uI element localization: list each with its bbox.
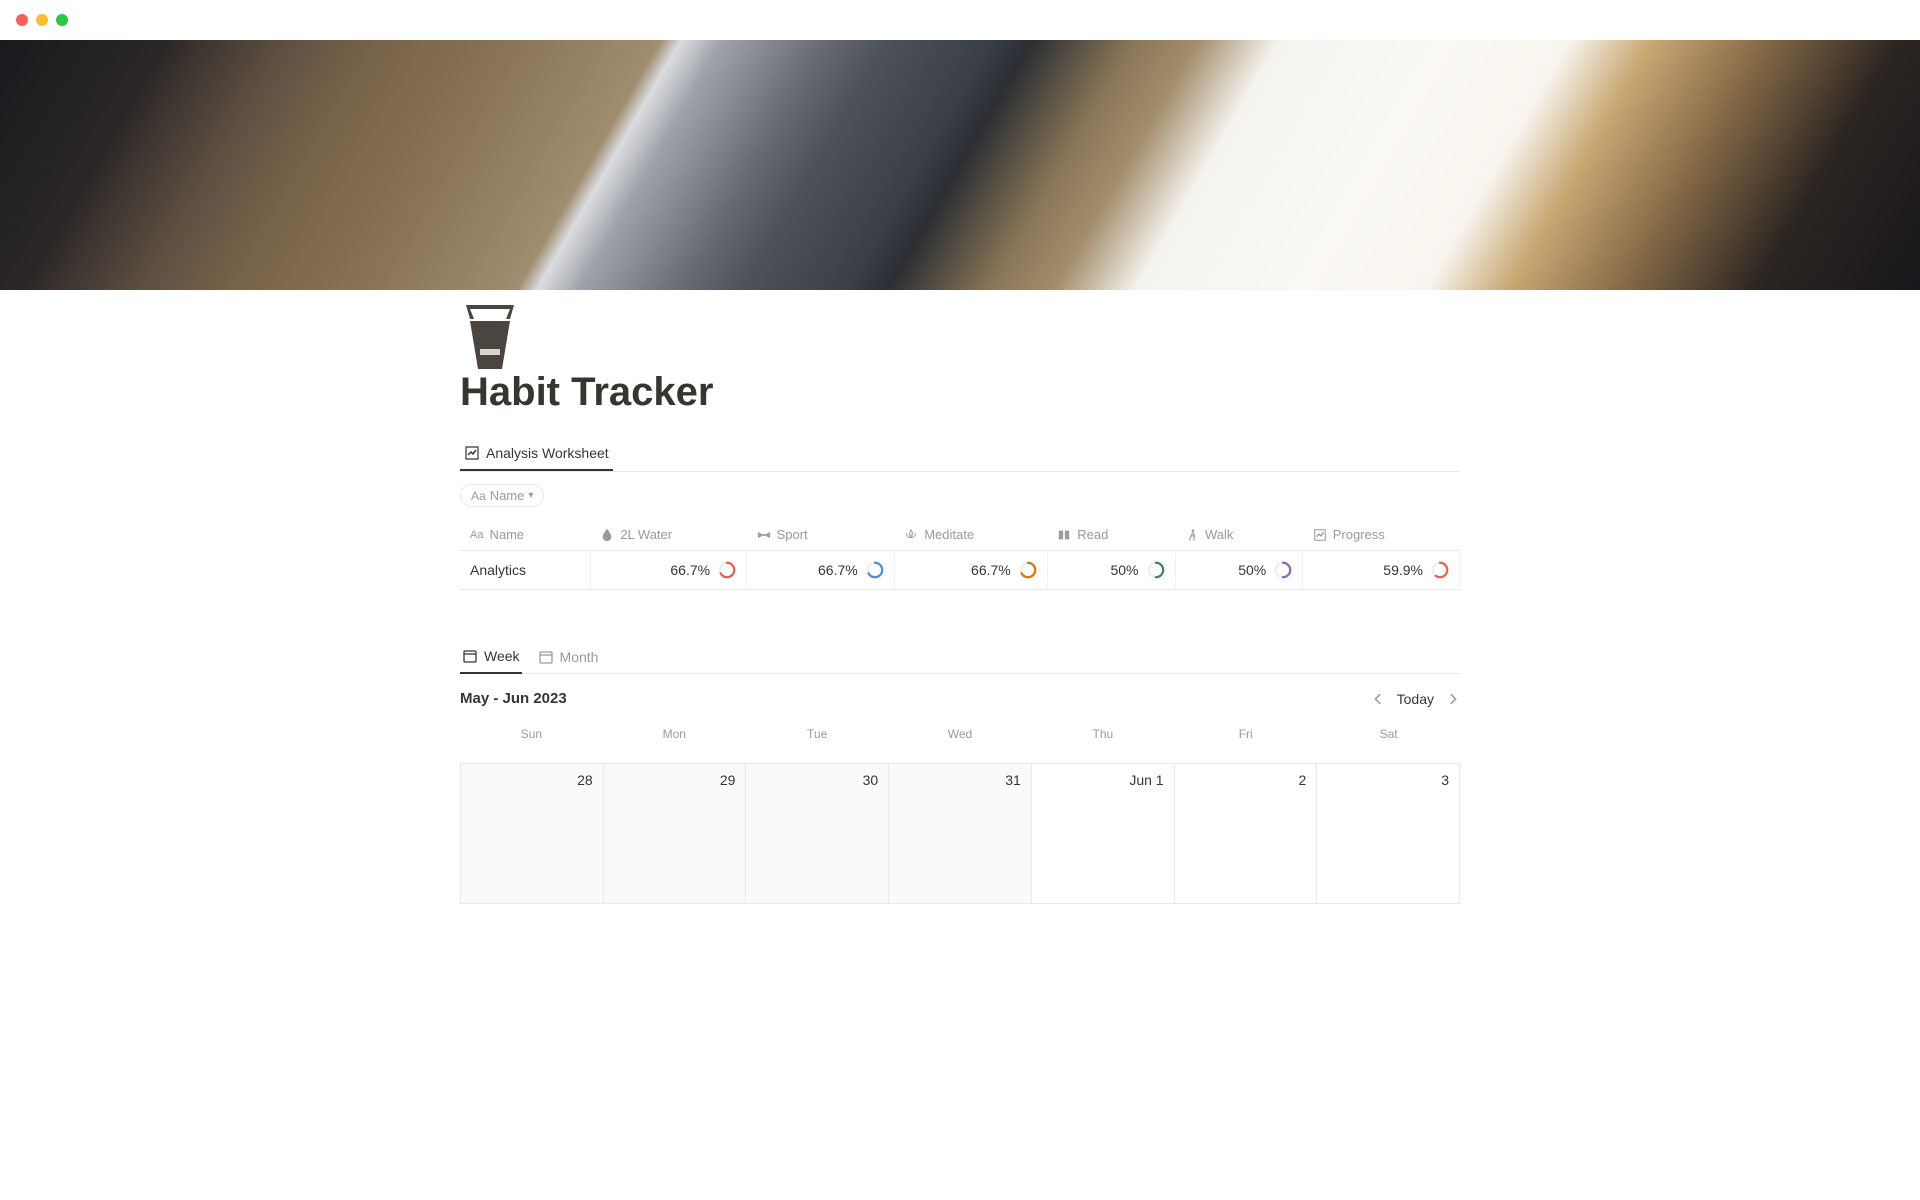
calendar-cell[interactable]: Jun 1 <box>1032 764 1175 904</box>
page-cover-image[interactable] <box>0 40 1920 290</box>
col-water-header[interactable]: 2L Water <box>590 519 746 551</box>
tab-week[interactable]: Week <box>460 642 522 674</box>
dayhdr-fri: Fri <box>1174 719 1317 749</box>
chevron-right-icon <box>1446 692 1460 706</box>
cell-water: 66.7% <box>590 551 746 590</box>
calendar-cell[interactable]: 29 <box>604 764 747 904</box>
calendar-cell[interactable]: 2 <box>1175 764 1318 904</box>
table-row[interactable]: Analytics 66.7% 66.7% 66.7% 50% 50% 59.9… <box>460 551 1460 590</box>
calendar-range-label: May - Jun 2023 <box>460 690 567 707</box>
book-icon <box>1057 528 1071 542</box>
calendar-cell[interactable]: 28 <box>461 764 604 904</box>
dayhdr-wed: Wed <box>889 719 1032 749</box>
progress-ring-icon <box>1431 561 1449 579</box>
cell-walk: 50% <box>1175 551 1303 590</box>
calendar-cell[interactable]: 3 <box>1317 764 1460 904</box>
col-walk-header[interactable]: Walk <box>1175 519 1303 551</box>
filter-label: Name <box>490 488 525 503</box>
dayhdr-thu: Thu <box>1031 719 1174 749</box>
tab-label: Analysis Worksheet <box>486 445 609 461</box>
coffee-cup-icon <box>462 305 518 373</box>
progress-ring-icon <box>1147 561 1165 579</box>
prev-week-button[interactable] <box>1371 692 1385 706</box>
tab-analysis-worksheet[interactable]: Analysis Worksheet <box>460 439 613 471</box>
traffic-lights <box>16 14 68 26</box>
maximize-window-button[interactable] <box>56 14 68 26</box>
dumbbell-icon <box>757 528 771 542</box>
cell-sport: 66.7% <box>747 551 895 590</box>
col-progress-header[interactable]: Progress <box>1303 519 1460 551</box>
minimize-window-button[interactable] <box>36 14 48 26</box>
calendar-cell[interactable]: 30 <box>746 764 889 904</box>
window-titlebar <box>0 0 1920 40</box>
calendar-day-headers: Sun Mon Tue Wed Thu Fri Sat <box>460 719 1460 749</box>
next-week-button[interactable] <box>1446 692 1460 706</box>
calendar-nav: Today <box>1371 691 1460 707</box>
dayhdr-mon: Mon <box>603 719 746 749</box>
progress-ring-icon <box>1019 561 1037 579</box>
page-title[interactable]: Habit Tracker <box>460 370 1460 415</box>
progress-ring-icon <box>718 561 736 579</box>
cell-name: Analytics <box>460 551 590 590</box>
cell-meditate: 66.7% <box>894 551 1047 590</box>
tab-month[interactable]: Month <box>536 642 601 673</box>
dayhdr-sun: Sun <box>460 719 603 749</box>
page-icon[interactable] <box>460 305 520 373</box>
close-window-button[interactable] <box>16 14 28 26</box>
col-sport-header[interactable]: Sport <box>747 519 895 551</box>
col-meditate-header[interactable]: Meditate <box>894 519 1047 551</box>
calendar-icon <box>462 648 478 664</box>
chart-line-icon <box>464 445 480 461</box>
drop-icon <box>600 528 614 542</box>
filter-name-pill[interactable]: Aa Name ▾ <box>460 484 544 507</box>
chart-icon <box>1313 528 1327 542</box>
calendar-grid: 28 29 30 31 Jun 1 2 3 <box>460 763 1460 904</box>
calendar-header: May - Jun 2023 Today <box>460 690 1460 707</box>
calendar-view-tabs: Week Month <box>460 642 1460 674</box>
chevron-down-icon: ▾ <box>528 490 533 501</box>
calendar-icon <box>538 649 554 665</box>
calendar-cell[interactable]: 31 <box>889 764 1032 904</box>
dayhdr-tue: Tue <box>746 719 889 749</box>
analysis-tabs: Analysis Worksheet <box>460 439 1460 472</box>
text-property-icon: Aa <box>471 489 486 503</box>
cell-progress: 59.9% <box>1303 551 1460 590</box>
cell-read: 50% <box>1047 551 1175 590</box>
walk-icon <box>1185 528 1199 542</box>
today-button[interactable]: Today <box>1397 691 1434 707</box>
lotus-icon <box>904 528 918 542</box>
col-read-header[interactable]: Read <box>1047 519 1175 551</box>
progress-ring-icon <box>866 561 884 579</box>
chevron-left-icon <box>1371 692 1385 706</box>
col-name-header[interactable]: AaName <box>460 519 590 551</box>
progress-ring-icon <box>1274 561 1292 579</box>
analysis-table: AaName 2L Water Sport Meditate Read Walk… <box>460 519 1460 590</box>
dayhdr-sat: Sat <box>1317 719 1460 749</box>
